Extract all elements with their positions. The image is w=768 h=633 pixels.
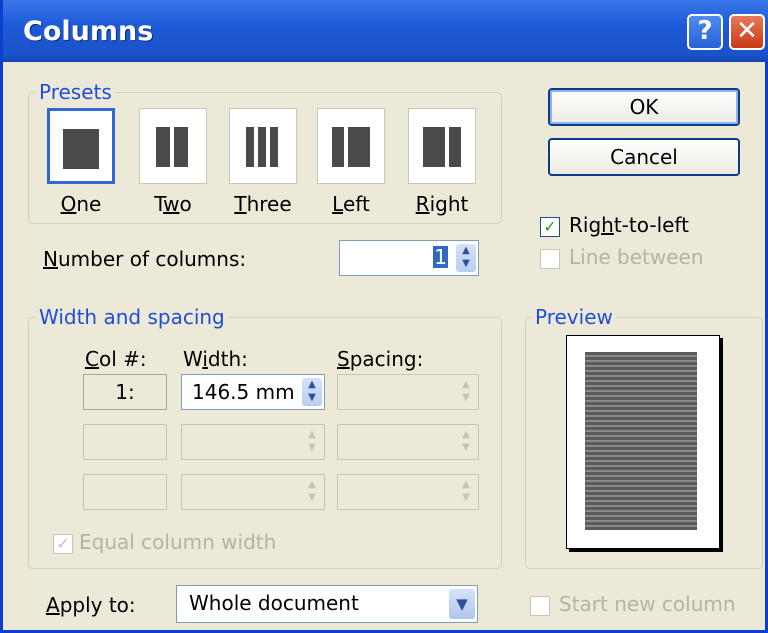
width-spacing-label: Width and spacing bbox=[36, 305, 228, 329]
preset-three[interactable] bbox=[229, 108, 297, 184]
width-spinner[interactable]: ▲ ▼ bbox=[302, 478, 322, 506]
column-shape bbox=[63, 129, 99, 169]
col-number-cell: 1: bbox=[83, 374, 167, 410]
column-shape bbox=[332, 127, 344, 167]
apply-to-dropdown[interactable]: Whole document ▼ bbox=[176, 585, 478, 623]
spacing-field[interactable]: ▲ ▼ bbox=[337, 374, 479, 410]
preset-two[interactable] bbox=[139, 108, 207, 184]
width-field[interactable]: ▲ ▼ bbox=[181, 424, 325, 460]
spacing-spinner[interactable]: ▲ ▼ bbox=[456, 428, 476, 456]
right-to-left-checkbox[interactable]: ✓ bbox=[540, 217, 560, 237]
spin-down-icon: ▼ bbox=[308, 492, 316, 503]
spacing-spinner[interactable]: ▲ ▼ bbox=[456, 378, 476, 406]
col-number-cell bbox=[83, 474, 167, 510]
apply-to-label: Apply to: bbox=[46, 593, 136, 617]
close-icon: ✕ bbox=[736, 16, 758, 46]
spin-down-icon: ▼ bbox=[462, 442, 470, 453]
line-between-checkbox[interactable] bbox=[540, 249, 560, 269]
cancel-button[interactable]: Cancel bbox=[548, 138, 740, 176]
equal-column-width-checkbox[interactable]: ✓ bbox=[53, 534, 73, 554]
col-number-cell bbox=[83, 424, 167, 460]
spacing-spinner[interactable]: ▲ ▼ bbox=[456, 478, 476, 506]
spin-up-icon: ▲ bbox=[462, 479, 470, 490]
start-new-column-label: Start new column bbox=[559, 592, 736, 616]
preset-one[interactable] bbox=[47, 108, 115, 184]
width-spinner[interactable]: ▲ ▼ bbox=[302, 378, 322, 406]
column-shape bbox=[423, 127, 445, 167]
title-bar: Columns ? ✕ bbox=[3, 0, 768, 62]
width-field[interactable]: ▲ ▼ bbox=[181, 474, 325, 510]
equal-column-width-label: Equal column width bbox=[79, 530, 277, 554]
help-button[interactable]: ? bbox=[687, 14, 723, 50]
spacing-field[interactable]: ▲ ▼ bbox=[337, 424, 479, 460]
spin-up-icon: ▲ bbox=[308, 429, 316, 440]
apply-to-value: Whole document bbox=[189, 591, 359, 615]
col-number-header: Col #: bbox=[85, 347, 147, 371]
check-icon: ✓ bbox=[56, 534, 70, 553]
preset-three-label: Three bbox=[234, 192, 292, 216]
column-shape bbox=[258, 127, 266, 167]
spin-down-icon: ▼ bbox=[308, 442, 316, 453]
preview-text-block bbox=[585, 352, 697, 530]
start-new-column-checkbox[interactable] bbox=[530, 596, 550, 616]
preset-right[interactable] bbox=[408, 108, 476, 184]
preview-page bbox=[566, 335, 720, 549]
spin-up-icon: ▲ bbox=[462, 379, 470, 390]
spin-down-icon: ▼ bbox=[462, 258, 470, 269]
columns-dialog: Columns ? ✕ Presets One Two Three Left R… bbox=[0, 0, 768, 633]
preset-one-label: One bbox=[60, 192, 102, 216]
preset-two-label: Two bbox=[154, 192, 192, 216]
line-between-label: Line between bbox=[569, 245, 704, 269]
close-button[interactable]: ✕ bbox=[729, 14, 765, 50]
spin-up-icon: ▲ bbox=[308, 379, 316, 390]
preview-label: Preview bbox=[532, 305, 616, 329]
help-icon: ? bbox=[697, 16, 713, 46]
width-value: 146.5 mm bbox=[192, 380, 295, 404]
check-icon: ✓ bbox=[543, 217, 557, 236]
column-shape bbox=[270, 127, 278, 167]
spacing-header: Spacing: bbox=[337, 347, 424, 371]
spin-down-icon: ▼ bbox=[462, 492, 470, 503]
column-shape bbox=[246, 127, 254, 167]
number-of-columns-spinner[interactable]: ▲ ▼ bbox=[456, 244, 476, 272]
ok-button[interactable]: OK bbox=[548, 88, 740, 126]
column-shape bbox=[174, 127, 188, 167]
width-spinner[interactable]: ▲ ▼ bbox=[302, 428, 322, 456]
spacing-field[interactable]: ▲ ▼ bbox=[337, 474, 479, 510]
column-shape bbox=[348, 127, 370, 167]
right-to-left-label: Right-to-left bbox=[569, 213, 689, 237]
chevron-down-icon[interactable]: ▼ bbox=[449, 589, 475, 619]
column-shape bbox=[449, 127, 461, 167]
spin-down-icon: ▼ bbox=[308, 392, 316, 403]
spin-up-icon: ▲ bbox=[308, 479, 316, 490]
preset-left[interactable] bbox=[317, 108, 385, 184]
dialog-title: Columns bbox=[23, 16, 154, 47]
preset-left-label: Left bbox=[332, 192, 370, 216]
column-shape bbox=[156, 127, 170, 167]
width-header: Width: bbox=[183, 347, 248, 371]
spin-down-icon: ▼ bbox=[462, 392, 470, 403]
spin-up-icon: ▲ bbox=[462, 429, 470, 440]
number-of-columns-value: 1 bbox=[433, 245, 448, 269]
width-field[interactable]: 146.5 mm ▲ ▼ bbox=[181, 374, 325, 410]
number-of-columns-field[interactable]: 1 ▲ ▼ bbox=[339, 240, 479, 276]
spin-up-icon: ▲ bbox=[462, 245, 470, 256]
preset-right-label: Right bbox=[415, 192, 469, 216]
number-of-columns-label: Number of columns: bbox=[43, 247, 247, 271]
presets-label: Presets bbox=[36, 80, 115, 104]
